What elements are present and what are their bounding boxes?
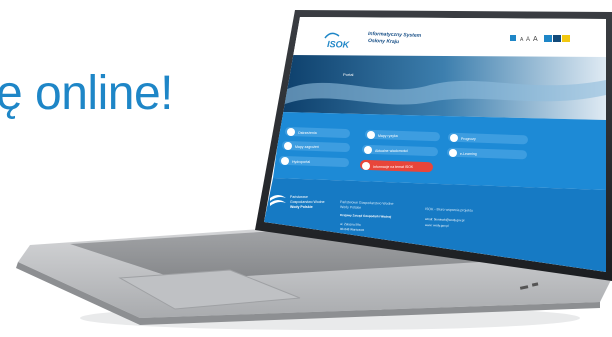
svg-text:Mapy ryzyka: Mapy ryzyka xyxy=(378,134,398,138)
footer-org-subname: Wody Polskie xyxy=(340,205,361,210)
svg-text:e-Learning: e-Learning xyxy=(460,152,477,156)
footer-address-city: 00-848 Warszawa xyxy=(340,227,365,232)
svg-text:Hydroportal: Hydroportal xyxy=(292,160,310,164)
svg-text:Prognozy: Prognozy xyxy=(461,137,476,141)
footer-address-street: ul. Żelazna 59a xyxy=(340,221,361,227)
site-title-line2: Osłony Kraju xyxy=(368,38,399,45)
contrast-dark-button[interactable] xyxy=(553,35,561,42)
contrast-yellow-button[interactable] xyxy=(562,35,570,42)
hero-badge: Portal xyxy=(343,72,354,77)
svg-text:Mapy zagrożeń: Mapy zagrożeń xyxy=(295,145,319,149)
laptop-mockup: ISOK Informatyczny System Osłony Kraju A… xyxy=(16,10,612,330)
svg-text:Aktualne wiadomości: Aktualne wiadomości xyxy=(375,149,408,153)
org-logo-line2: Gospodarstwo Wodne xyxy=(290,200,325,204)
font-size-medium-button[interactable]: A xyxy=(526,37,530,43)
svg-text:Informacje na temat ISOK: Informacje na temat ISOK xyxy=(373,165,414,169)
site-logo[interactable]: ISOK xyxy=(327,39,351,50)
org-logo-line1: Państwowe xyxy=(290,195,308,199)
svg-text:Ostrzeżenia: Ostrzeżenia xyxy=(298,131,317,135)
contrast-blue-button[interactable] xyxy=(544,35,552,42)
font-size-large-button[interactable]: A xyxy=(533,36,538,43)
org-logo-line3: Wody Polskie xyxy=(290,205,313,209)
footer-www-link[interactable]: www: wody.gov.pl xyxy=(425,223,449,228)
contrast-toggle-button[interactable] xyxy=(510,35,516,41)
